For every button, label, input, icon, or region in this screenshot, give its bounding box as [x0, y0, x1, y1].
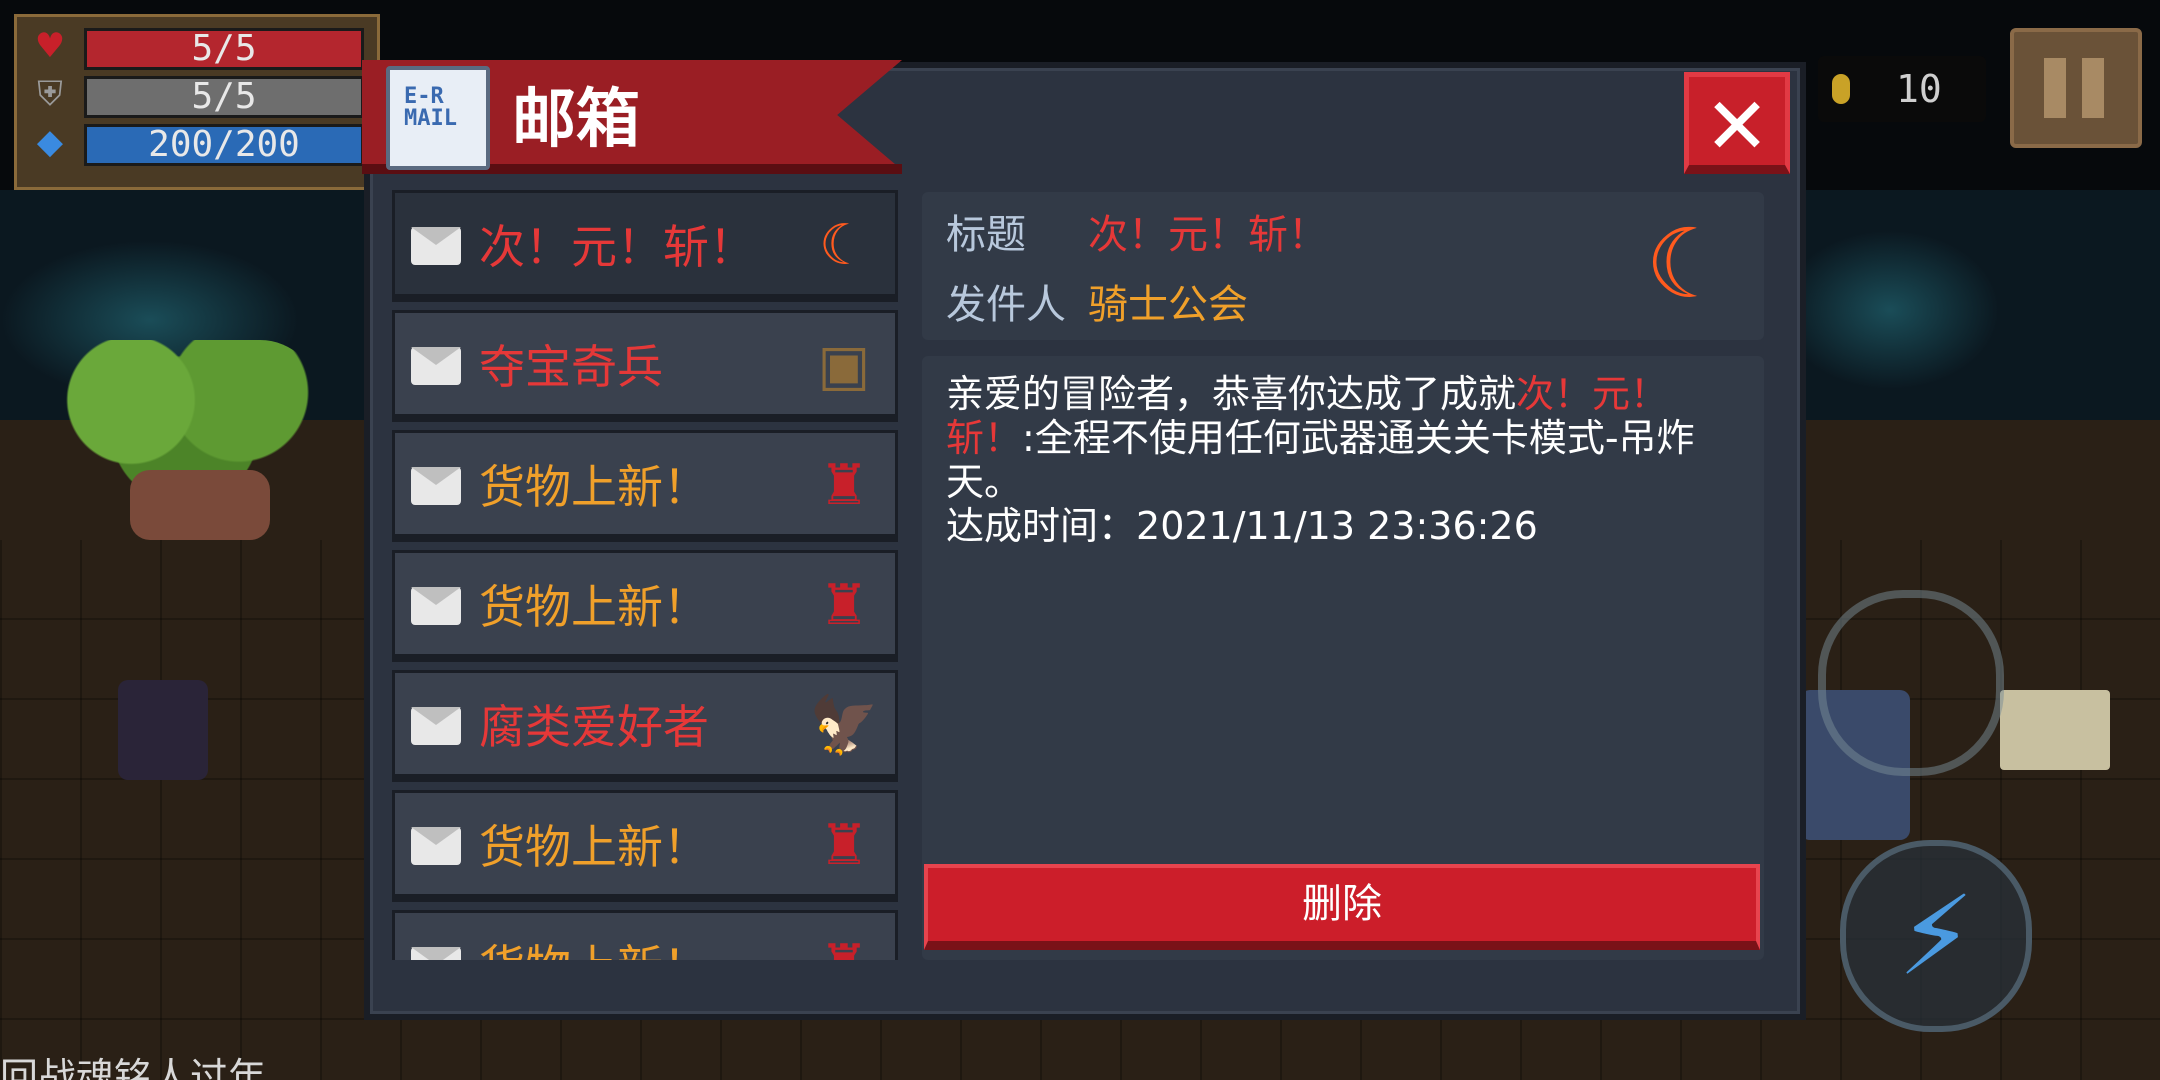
mail-subject: 次！元！斩！: [479, 220, 755, 274]
heart-icon: ♥: [34, 26, 66, 66]
envelope-icon: [411, 707, 461, 745]
envelope-icon: [411, 587, 461, 625]
merchant-icon: ♜: [818, 813, 870, 878]
merchant-icon: ♜: [807, 929, 881, 960]
envelope-icon: [411, 467, 461, 505]
mail-body-text: 亲爱的冒险者，恭喜你达成了成就次！元！斩！:全程不使用任何武器通关关卡模式-吊炸…: [946, 372, 1746, 548]
mail-list-item[interactable]: 货物上新！ ♜: [392, 910, 898, 960]
weapon-switch-button[interactable]: [1818, 590, 2004, 776]
title-label: 标题: [946, 212, 1026, 258]
hp-bar: 5/5: [84, 28, 364, 70]
envelope-icon: [411, 947, 461, 960]
notice-board: [2000, 690, 2110, 770]
diamond-icon: ◆: [36, 122, 64, 162]
mail-subject: 货物上新！: [479, 580, 709, 634]
skill-button[interactable]: ⚡: [1840, 840, 2032, 1032]
energy-bar: 200/200: [84, 124, 364, 166]
pause-icon: [2082, 58, 2104, 118]
mail-subject: 夺宝奇兵: [479, 340, 663, 394]
envelope-icon: [411, 827, 461, 865]
pause-button[interactable]: [2010, 28, 2142, 148]
close-button[interactable]: ✕: [1684, 72, 1790, 174]
title-value: 次！元！斩！: [1088, 212, 1328, 258]
mail-list-item[interactable]: 夺宝奇兵 ▣: [392, 310, 898, 422]
moon-blade-icon: ☾: [818, 213, 870, 278]
sender-value: 骑士公会: [1088, 282, 1248, 328]
merchant-icon: ♜: [818, 573, 870, 638]
pause-icon: [2044, 58, 2066, 118]
tree-sprite: [50, 340, 320, 490]
coin-icon: [1832, 74, 1850, 104]
mail-list-item[interactable]: 次！元！斩！ ☾: [392, 190, 898, 302]
wall-light: [1780, 230, 2000, 390]
body-text-part: 亲爱的冒险者，恭喜你达成了成就: [946, 372, 1517, 416]
mail-list[interactable]: 次！元！斩！☾夺宝奇兵▣货物上新！♜货物上新！♜腐类爱好者🦅货物上新！♜货物上新…: [392, 190, 898, 960]
merchant-icon: ♜: [818, 453, 870, 518]
time-label: 达成时间：: [946, 504, 1137, 548]
mail-list-item[interactable]: 腐类爱好者 🦅: [392, 670, 898, 782]
armor-bar: 5/5: [84, 76, 364, 118]
mail-subject: 货物上新！: [479, 939, 709, 960]
sender-label: 发件人: [946, 282, 1066, 328]
envelope-icon: [411, 347, 461, 385]
eagle-icon: 🦅: [809, 693, 879, 758]
shield-icon: ⛨: [37, 74, 63, 114]
treasure-icon: ▣: [817, 333, 871, 398]
mail-list-item[interactable]: 货物上新！ ♜: [392, 550, 898, 662]
mail-icon-label: E-R MAIL: [404, 84, 457, 131]
background-text: 回战魂铭人过年: [0, 1055, 267, 1080]
mail-subject: 货物上新！: [479, 460, 709, 514]
dialog-title: 邮箱: [512, 83, 640, 157]
coin-count: 10: [1896, 67, 1942, 111]
delete-button[interactable]: 删除: [924, 864, 1760, 950]
moon-blade-icon: ☾: [1644, 208, 1732, 320]
mail-subject: 货物上新！: [479, 820, 709, 874]
mail-subject: 腐类爱好者: [479, 700, 709, 754]
trunk-sprite: [130, 470, 270, 540]
body-text-part: :全程不使用任何武器通关关卡模式-吊炸天。: [946, 416, 1695, 504]
mail-list-item[interactable]: 货物上新！ ♜: [392, 430, 898, 542]
mail-list-item[interactable]: 货物上新！ ♜: [392, 790, 898, 902]
envelope-icon: [411, 227, 461, 265]
mail-icon: E-R MAIL: [386, 66, 490, 170]
time-value: 2021/11/13 23:36:26: [1136, 504, 1538, 548]
npc-sprite: [118, 680, 208, 780]
